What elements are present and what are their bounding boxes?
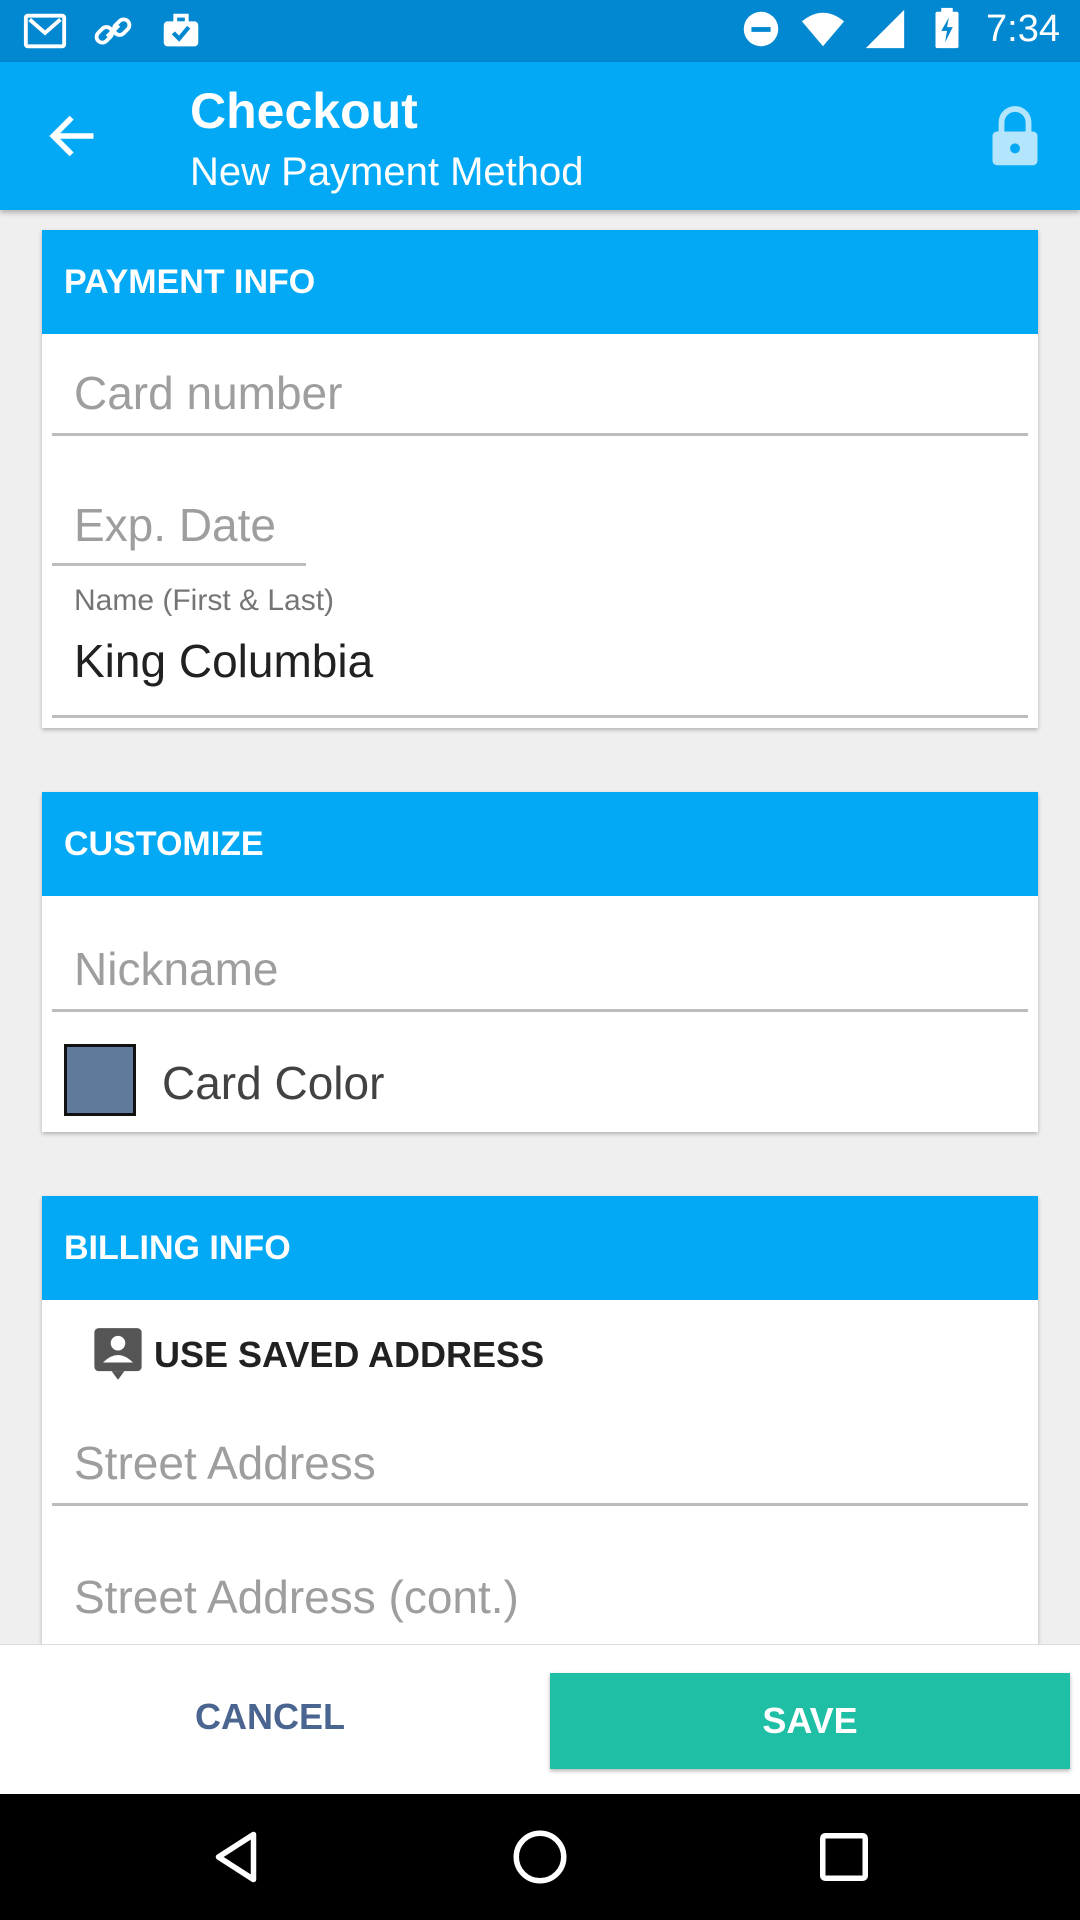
customize-card: CUSTOMIZE Nickname Card Color [42, 792, 1038, 1132]
billing-info-header: BILLING INFO [42, 1196, 1038, 1300]
street-address-cont-placeholder: Street Address (cont.) [74, 1571, 519, 1623]
card-number-placeholder: Card number [74, 367, 343, 419]
nickname-placeholder: Nickname [74, 943, 279, 995]
street-address-field[interactable]: Street Address [52, 1410, 1028, 1506]
name-value: King Columbia [74, 635, 374, 687]
save-button[interactable]: SAVE [550, 1673, 1070, 1769]
card-color-swatch[interactable] [64, 1044, 136, 1116]
card-number-underline [52, 433, 1028, 436]
signal-icon [865, 9, 905, 49]
nickname-field[interactable]: Nickname [52, 916, 1028, 1012]
customize-header: CUSTOMIZE [42, 792, 1038, 896]
page-subtitle: New Payment Method [190, 150, 584, 194]
use-saved-address-button[interactable]: USE SAVED ADDRESS [92, 1326, 544, 1384]
contact-address-icon [94, 1328, 142, 1380]
street-address-underline [52, 1503, 1028, 1506]
form-content[interactable]: PAYMENT INFO Card number Exp. Date Name … [0, 210, 1080, 1644]
name-label: Name (First & Last) [74, 584, 335, 617]
name-field[interactable]: Name (First & Last) King Columbia [52, 584, 1028, 718]
recents-square-icon[interactable] [814, 1827, 874, 1887]
street-address-cont-field[interactable]: Street Address (cont.) [52, 1544, 1028, 1640]
payment-info-card: PAYMENT INFO Card number Exp. Date Name … [42, 230, 1038, 728]
navigation-bar [0, 1794, 1080, 1920]
cancel-button[interactable]: CANCEL [0, 1669, 540, 1765]
exp-date-placeholder: Exp. Date [74, 499, 276, 551]
exp-date-field[interactable]: Exp. Date [52, 482, 306, 566]
nickname-underline [52, 1009, 1028, 1012]
battery-charging-icon [935, 7, 959, 49]
gmail-icon [23, 13, 67, 49]
app-bar: Checkout New Payment Method [0, 62, 1080, 210]
name-underline [52, 715, 1028, 718]
use-saved-address-label: USE SAVED ADDRESS [154, 1334, 545, 1375]
lock-icon[interactable] [988, 104, 1042, 168]
wifi-icon [801, 12, 845, 47]
briefcase-check-icon [163, 13, 199, 47]
street-address-placeholder: Street Address [74, 1437, 376, 1489]
billing-info-card: BILLING INFO USE SAVED ADDRESS Street Ad… [42, 1196, 1038, 1644]
status-time: 7:34 [986, 7, 1060, 50]
back-triangle-icon[interactable] [206, 1827, 266, 1887]
page-title: Checkout [190, 83, 418, 139]
arrow-back-icon[interactable] [44, 108, 100, 164]
link-icon [94, 17, 132, 45]
card-color-label[interactable]: Card Color [162, 1056, 384, 1110]
action-bar: CANCEL SAVE [0, 1644, 1080, 1794]
do-not-disturb-icon [743, 11, 779, 47]
status-bar: 7:34 [0, 0, 1080, 62]
home-circle-icon[interactable] [510, 1827, 570, 1887]
exp-date-underline [52, 563, 306, 566]
card-number-field[interactable]: Card number [52, 354, 1028, 436]
payment-info-header: PAYMENT INFO [42, 230, 1038, 334]
